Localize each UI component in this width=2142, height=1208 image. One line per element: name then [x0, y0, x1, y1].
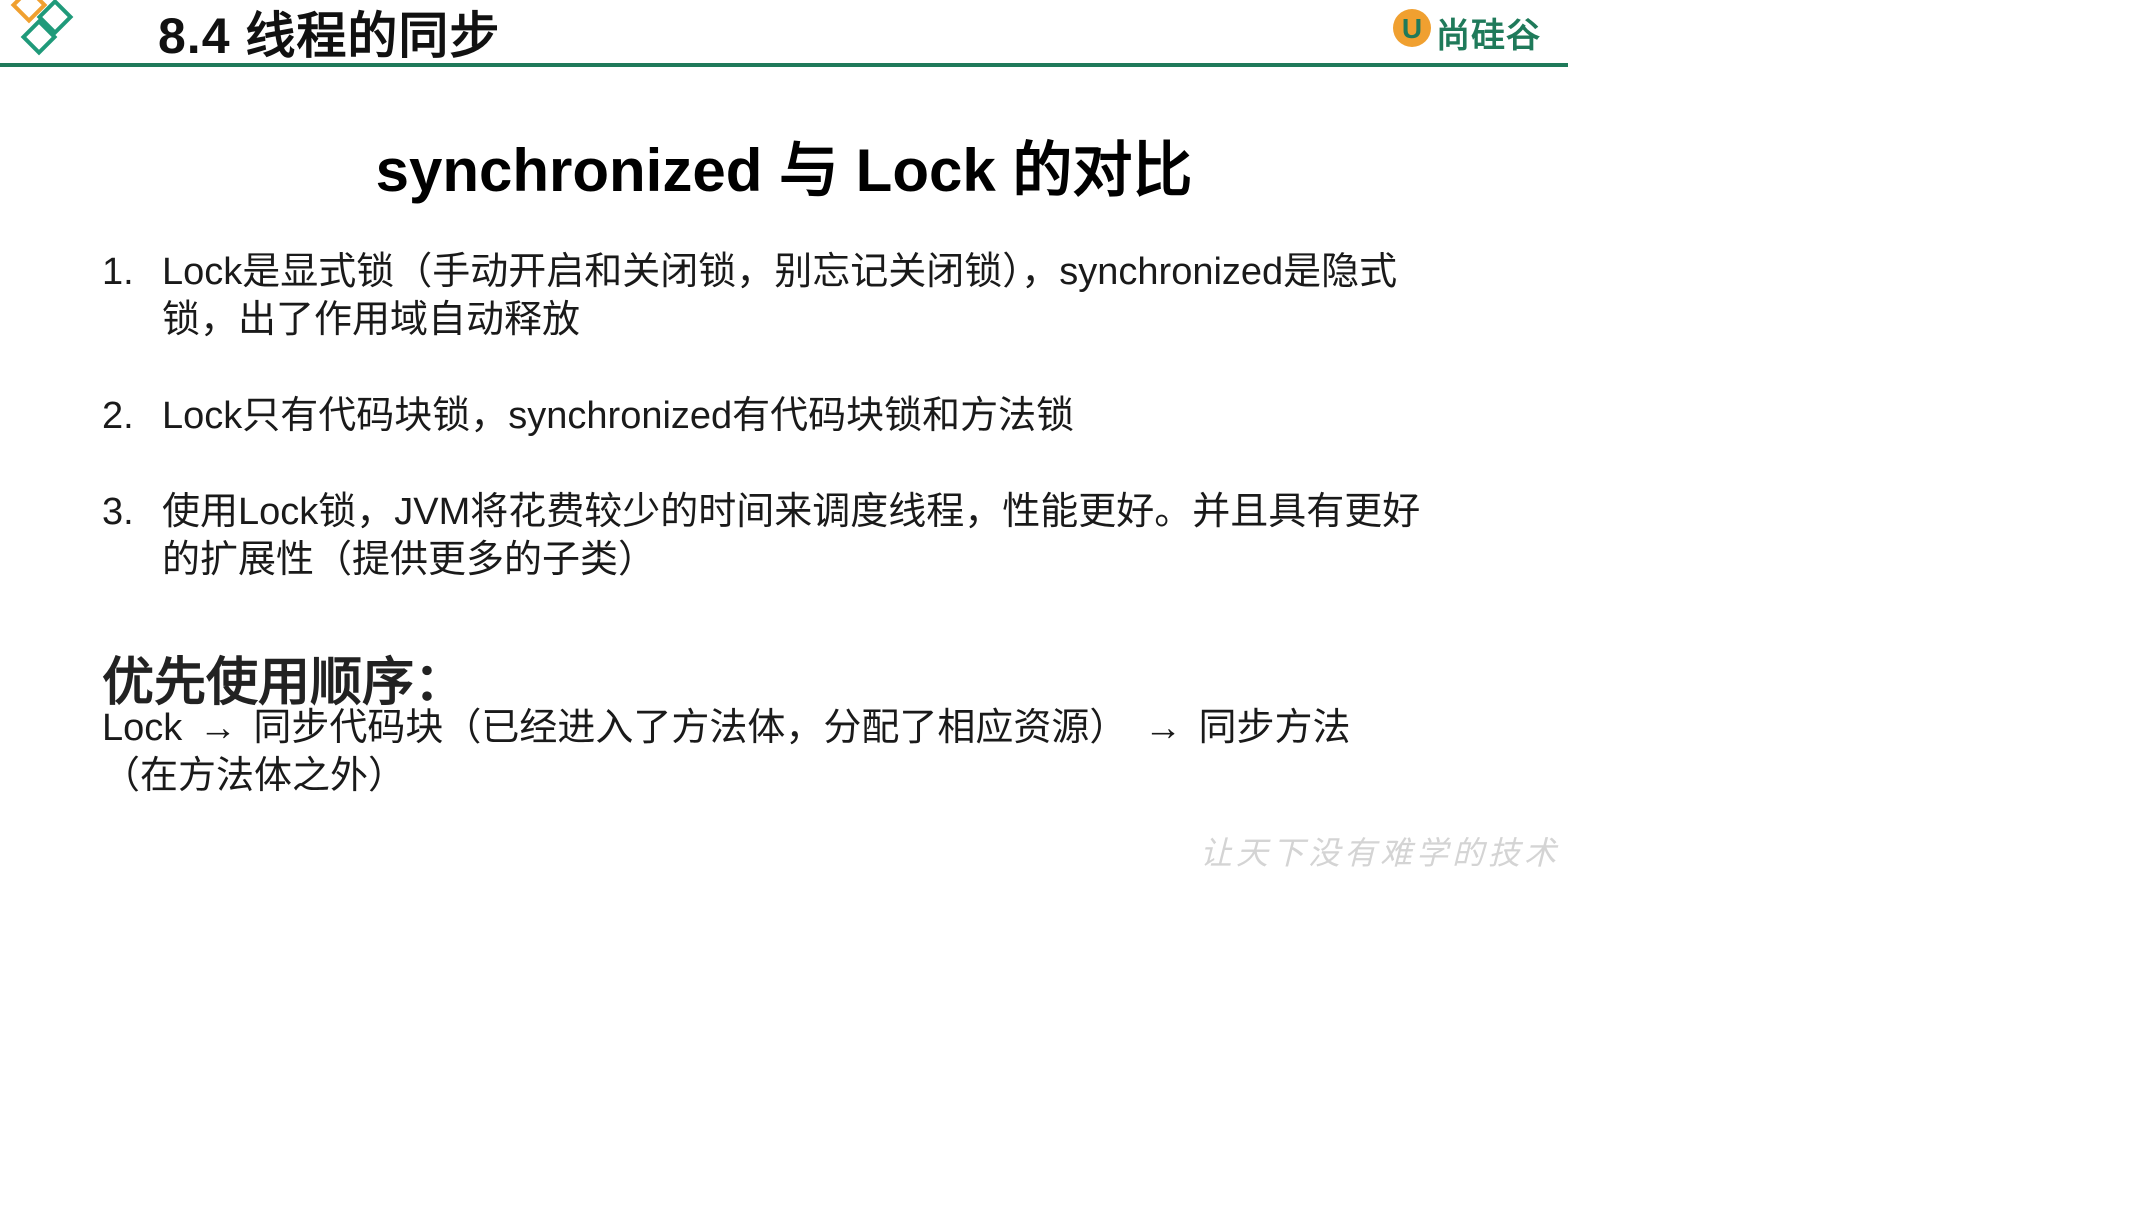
list-item-text: Lock是显式锁（手动开启和关闭锁，别忘记关闭锁），synchronized是隐…	[162, 251, 1398, 341]
priority-item-sync-block: 同步代码块（已经进入了方法体，分配了相应资源）	[253, 707, 1128, 749]
list-item-number: 1.	[102, 251, 134, 293]
priority-item-lock: Lock	[102, 707, 183, 749]
comparison-list: 1. Lock是显式锁（手动开启和关闭锁，别忘记关闭锁），synchronize…	[102, 248, 1422, 584]
svg-text:U: U	[1402, 13, 1422, 44]
section-title: 8.4 线程的同步	[158, 8, 501, 64]
list-item-number: 2.	[102, 395, 134, 437]
list-item-text: 使用Lock锁，JVM将花费较少的时间来调度线程，性能更好。并且具有更好的扩展性…	[162, 491, 1421, 581]
header-divider	[0, 63, 1568, 67]
slide-header: 8.4 线程的同步 U 尚硅谷	[0, 0, 1568, 68]
brand-u-icon: U	[1393, 9, 1431, 47]
diamond-logo-icon	[10, 0, 74, 56]
list-item-number: 3.	[102, 491, 134, 533]
list-item: 1. Lock是显式锁（手动开启和关闭锁，别忘记关闭锁），synchronize…	[102, 248, 1422, 344]
brand-name: 尚硅谷	[1436, 17, 1541, 55]
priority-order: Lock → 同步代码块（已经进入了方法体，分配了相应资源） → 同步方法（在方…	[102, 704, 1422, 800]
right-arrow-icon: →	[198, 707, 237, 749]
slogan-watermark: 让天下没有难学的技术	[1200, 834, 1561, 872]
slide-title: synchronized 与 Lock 的对比	[375, 137, 1193, 204]
list-item: 3. 使用Lock锁，JVM将花费较少的时间来调度线程，性能更好。并且具有更好的…	[102, 488, 1422, 584]
list-item: 2. Lock只有代码块锁，synchronized有代码块锁和方法锁	[102, 392, 1422, 440]
right-arrow-icon: →	[1143, 707, 1182, 749]
list-item-text: Lock只有代码块锁，synchronized有代码块锁和方法锁	[162, 395, 1075, 437]
